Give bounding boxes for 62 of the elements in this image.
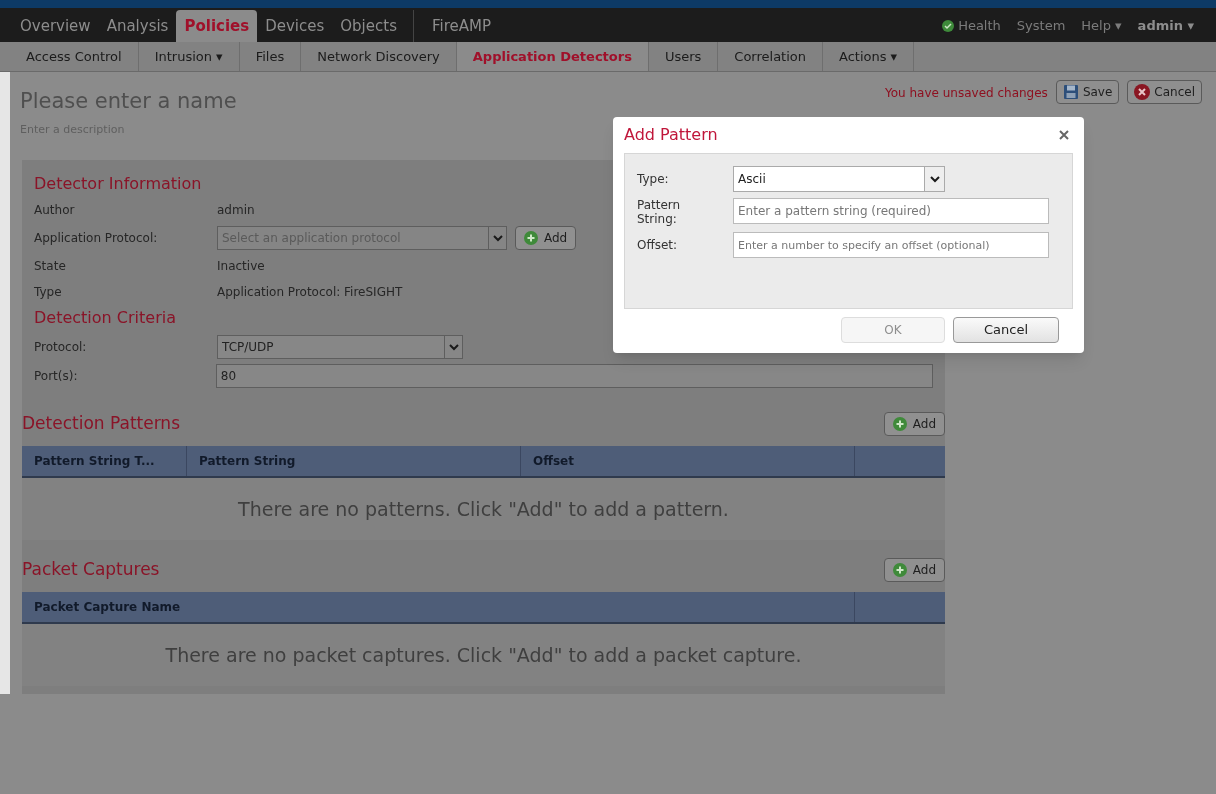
user-menu[interactable]: admin ▾ <box>1129 10 1202 42</box>
column-header[interactable]: Packet Capture Name <box>22 592 855 622</box>
type-select[interactable]: Ascii <box>733 166 945 192</box>
name-field[interactable]: Please enter a name <box>20 86 420 118</box>
cancel-button[interactable]: Cancel <box>953 317 1059 343</box>
field-value: Inactive <box>217 258 265 275</box>
sub-nav-tab[interactable]: Correlation <box>718 42 823 71</box>
field-label: Port(s): <box>34 368 79 385</box>
sub-nav-tab[interactable]: Intrusion ▾ <box>138 42 240 71</box>
sub-nav-tab[interactable]: Users <box>648 42 719 71</box>
plus-circle-icon <box>892 417 907 431</box>
section-title: Packet Captures <box>22 558 160 582</box>
nav-link[interactable]: Help ▾ <box>1073 10 1130 42</box>
ports-field[interactable]: 80 <box>215 364 933 388</box>
column-header[interactable]: Offset <box>521 446 855 476</box>
field-value: admin <box>217 202 255 219</box>
pattern-string-field[interactable]: Enter a pattern string (required) <box>733 198 1049 224</box>
section-title: Detection Patterns <box>22 412 180 436</box>
nav-link[interactable]: System <box>1008 10 1074 42</box>
add-button[interactable]: Add <box>515 226 577 250</box>
check-circle-icon <box>942 20 955 32</box>
nav-tab[interactable]: Devices <box>257 10 333 42</box>
add-button[interactable]: Add <box>883 412 945 436</box>
sub-nav-tab[interactable]: Files <box>239 42 302 71</box>
nav-tab[interactable]: Analysis <box>98 10 177 42</box>
plus-circle-icon <box>524 231 538 245</box>
save-button[interactable]: Save <box>1055 80 1120 104</box>
chevron-down-icon <box>448 343 459 351</box>
close-icon <box>1134 84 1151 100</box>
empty-table-message: There are no patterns. Click "Add" to add a pattern. <box>238 496 729 522</box>
unsaved-changes-message: You have unsaved changes <box>884 85 1048 102</box>
field-label: Author <box>34 202 76 219</box>
sub-nav-tab[interactable]: Actions ▾ <box>823 42 915 71</box>
nav-link[interactable]: Health <box>934 10 1009 42</box>
section-title: Detection Criteria <box>34 307 176 329</box>
dialog-title: Add Pattern <box>624 124 718 146</box>
field-label: Type <box>34 284 63 301</box>
chevron-down-icon <box>492 234 503 242</box>
sub-nav-tab[interactable]: Application Detectors <box>456 42 649 71</box>
column-header[interactable]: Pattern String <box>187 446 521 476</box>
field-label: Type: <box>637 171 670 188</box>
protocol-select[interactable]: TCP/UDP <box>217 335 463 359</box>
close-icon <box>1059 130 1069 140</box>
offset-field[interactable]: Enter a number to specify an offset (optional) <box>733 232 1049 258</box>
field-label: Pattern String: <box>637 198 682 226</box>
field-label: Application Protocol: <box>34 230 159 247</box>
sub-nav-tab[interactable]: Network Discovery <box>301 42 457 71</box>
nav-tab[interactable]: Overview <box>12 10 99 42</box>
sub-nav-tab[interactable]: Access Control <box>10 42 139 71</box>
chevron-down-icon <box>929 175 940 183</box>
cancel-button[interactable]: Cancel <box>1127 80 1202 104</box>
plus-circle-icon <box>892 563 907 577</box>
field-label: State <box>34 258 67 275</box>
field-value: Application Protocol: FireSIGHT <box>217 284 403 301</box>
column-header[interactable]: Pattern String T... <box>22 446 187 476</box>
empty-table-message: There are no packet captures. Click "Add" to add a packet capture. <box>165 642 802 668</box>
section-title: Detector Information <box>34 173 202 195</box>
nav-tab[interactable]: Objects <box>332 10 405 42</box>
nav-tab[interactable]: Policies <box>176 10 258 42</box>
field-label: Offset: <box>637 237 679 254</box>
field-label: Protocol: <box>34 339 88 356</box>
add-button[interactable]: Add <box>883 558 945 582</box>
